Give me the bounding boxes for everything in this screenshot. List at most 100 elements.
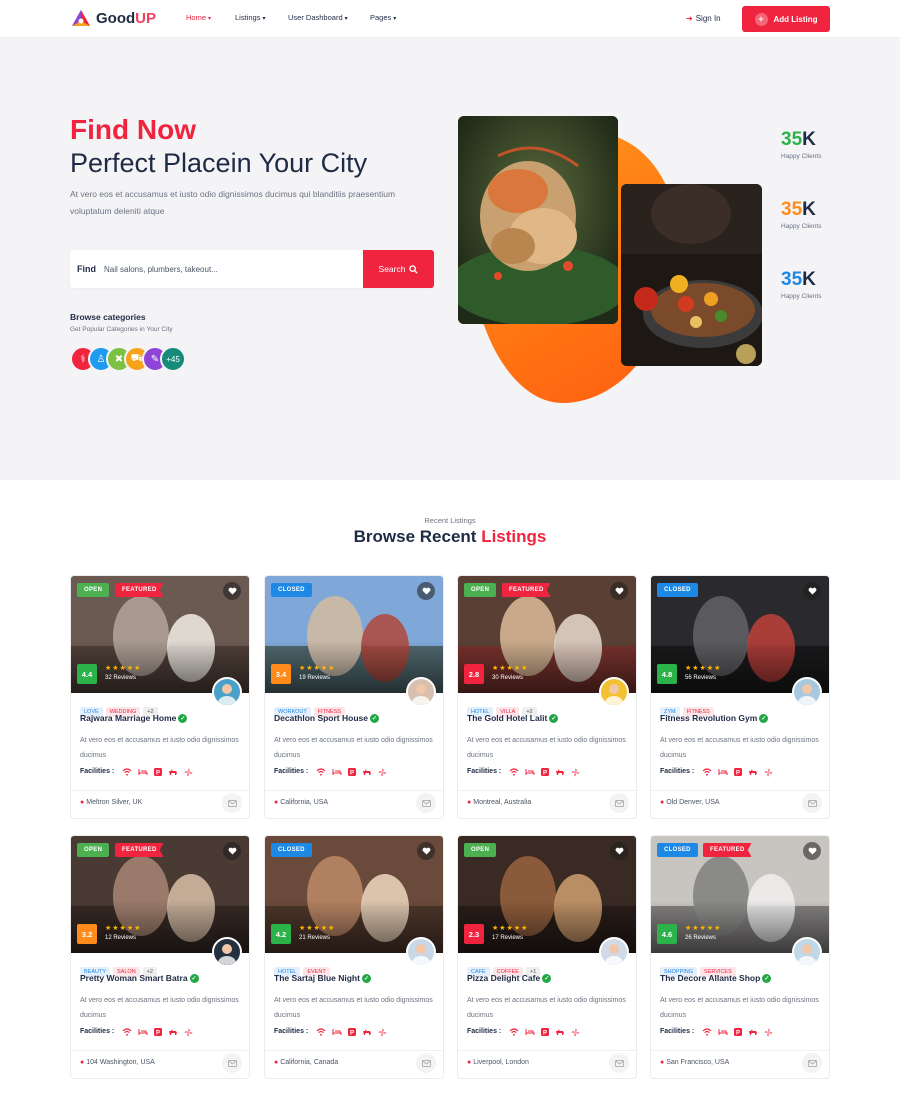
fan-icon	[763, 1027, 773, 1037]
listing-title[interactable]: The Gold Hotel Lalit ✓	[467, 713, 559, 723]
owner-avatar[interactable]	[792, 937, 822, 967]
stat-value: 35K	[781, 129, 851, 151]
hero-description: At vero eos et accusamus et iusto odio d…	[70, 189, 396, 216]
heart-icon[interactable]	[610, 582, 628, 600]
hero-title-accent: Find Now	[70, 114, 196, 145]
listing-title[interactable]: Rajwara Marriage Home ✓	[80, 713, 188, 723]
listing-card[interactable]: OPEN FEATURED 4.4 ★★★★★ 32 Reviews LOVE WEDDIN…	[70, 575, 250, 819]
mail-icon[interactable]	[222, 1053, 242, 1073]
more-categories-button[interactable]: +45	[160, 346, 186, 372]
heart-icon[interactable]	[417, 842, 435, 860]
add-listing-button[interactable]: + Add Listing	[742, 6, 830, 32]
listing-title[interactable]: Pizza Delight Cafe ✓	[467, 973, 552, 983]
nav-item-user-dashboard[interactable]: User Dashboard ▾	[288, 13, 348, 22]
owner-avatar[interactable]	[406, 937, 436, 967]
review-count: 21 Reviews	[299, 935, 331, 941]
listing-description: At vero eos et accusamus et iusto odio d…	[467, 997, 626, 1019]
listing-title[interactable]: The Decore Allante Shop ✓	[660, 973, 772, 983]
nav-item-pages[interactable]: Pages ▾	[370, 13, 396, 22]
pet-icon	[168, 1027, 178, 1037]
heart-icon[interactable]	[803, 582, 821, 600]
status-badge: CLOSED	[657, 843, 698, 857]
bed-icon	[718, 767, 728, 777]
listing-title[interactable]: Decathlon Sport House ✓	[274, 713, 379, 723]
svg-text:P: P	[543, 770, 547, 776]
sign-in-label: Sign In	[695, 14, 721, 23]
owner-avatar[interactable]	[599, 677, 629, 707]
heart-icon[interactable]	[223, 582, 241, 600]
owner-avatar[interactable]	[599, 937, 629, 967]
featured-badge: FEATURED	[115, 583, 164, 597]
listing-title[interactable]: The Sartaj Blue Night ✓	[274, 973, 371, 983]
heart-icon[interactable]	[223, 842, 241, 860]
listing-card[interactable]: OPEN FEATURED 2.8 ★★★★★ 30 Reviews HOTEL VILLA…	[457, 575, 637, 819]
fan-icon	[763, 767, 773, 777]
facilities-label: Facilities :	[660, 1028, 695, 1035]
heart-icon[interactable]	[803, 842, 821, 860]
chevron-down-icon: ▾	[393, 16, 397, 22]
listing-title-text: Rajwara Marriage Home	[80, 713, 177, 723]
listing-card[interactable]: CLOSED 4.8 ★★★★★ 56 Reviews ZYM FITNESS Fitnes…	[650, 575, 830, 819]
sign-in-link[interactable]: ➜ Sign In	[686, 14, 721, 23]
listing-description: At vero eos et accusamus et iusto odio d…	[660, 997, 819, 1019]
listing-description: At vero eos et accusamus et iusto odio d…	[274, 997, 433, 1019]
star-rating: ★★★★★	[685, 665, 722, 672]
mail-icon[interactable]	[609, 793, 629, 813]
search-input[interactable]	[104, 259, 354, 279]
section-title-accent: Listings	[481, 527, 547, 546]
location-text: Meltron Silver, UK	[86, 799, 143, 806]
logo[interactable]: GoodUP	[70, 8, 162, 30]
heart-icon[interactable]	[610, 842, 628, 860]
owner-avatar[interactable]	[212, 937, 242, 967]
mail-icon[interactable]	[802, 1053, 822, 1073]
parking-icon: P	[153, 1027, 163, 1037]
mail-icon[interactable]	[222, 793, 242, 813]
listing-title[interactable]: Fitness Revolution Gym ✓	[660, 713, 769, 723]
listing-card[interactable]: CLOSED 3.4 ★★★★★ 19 Reviews WORKOUT FITNESS De…	[264, 575, 444, 819]
listing-card[interactable]: CLOSED 4.2 ★★★★★ 21 Reviews HOTEL EVENT The Sa…	[264, 835, 444, 1079]
owner-avatar[interactable]	[212, 677, 242, 707]
listing-location: ● Liverpool, London	[467, 1059, 529, 1066]
location-text: Liverpool, London	[473, 1059, 529, 1066]
nav-dashboard-label: User Dashboard	[288, 13, 343, 22]
status-badge: CLOSED	[657, 583, 698, 597]
owner-avatar[interactable]	[406, 677, 436, 707]
pet-icon	[555, 1027, 565, 1037]
map-pin-icon: ●	[660, 1059, 665, 1066]
search-button[interactable]: Search	[363, 250, 434, 288]
listing-card[interactable]: OPEN 2.3 ★★★★★ 17 Reviews CAFE COFFEE +1 Pizza …	[457, 835, 637, 1079]
location-text: Old Denver, USA	[666, 799, 720, 806]
verified-icon: ✓	[178, 714, 188, 723]
featured-badge: FEATURED	[502, 583, 551, 597]
listing-tags: CAFE COFFEE +1	[467, 960, 543, 977]
mail-icon[interactable]	[416, 793, 436, 813]
star-rating: ★★★★★	[299, 665, 336, 672]
fan-icon	[570, 767, 580, 777]
review-count: 19 Reviews	[299, 675, 331, 681]
stat-value: 35K	[781, 199, 851, 221]
owner-avatar[interactable]	[792, 677, 822, 707]
stat-number: 35	[781, 199, 803, 220]
plus-icon: +	[754, 12, 768, 26]
section-title-main: Browse Recent	[353, 527, 477, 546]
listing-title-text: The Sartaj Blue Night	[274, 973, 360, 983]
listing-card[interactable]: OPEN FEATURED 3.2 ★★★★★ 12 Reviews BEAUTY SALO…	[70, 835, 250, 1079]
svg-text:P: P	[736, 770, 740, 776]
listing-title[interactable]: Pretty Woman Smart Batra ✓	[80, 973, 199, 983]
svg-text:P: P	[350, 770, 354, 776]
cooking-pan-photo	[621, 184, 762, 366]
listing-card[interactable]: CLOSED FEATURED 4.6 ★★★★★ 26 Reviews SHOPPING…	[650, 835, 830, 1079]
nav-item-home[interactable]: Home ▾	[186, 13, 211, 22]
facilities-label: Facilities :	[274, 768, 309, 775]
listing-description: At vero eos et accusamus et iusto odio d…	[274, 737, 433, 759]
mail-icon[interactable]	[802, 793, 822, 813]
card-divider	[71, 790, 249, 791]
mail-icon[interactable]	[416, 1053, 436, 1073]
category-icons: ⚕ ♙ ✖ ⛟ ✎ +45	[70, 346, 190, 372]
heart-icon[interactable]	[417, 582, 435, 600]
verified-icon: ✓	[189, 974, 199, 983]
nav-item-listings[interactable]: Listings ▾	[235, 13, 265, 22]
listing-location: ● California, Canada	[274, 1059, 338, 1066]
mail-icon[interactable]	[609, 1053, 629, 1073]
pet-icon	[748, 767, 758, 777]
